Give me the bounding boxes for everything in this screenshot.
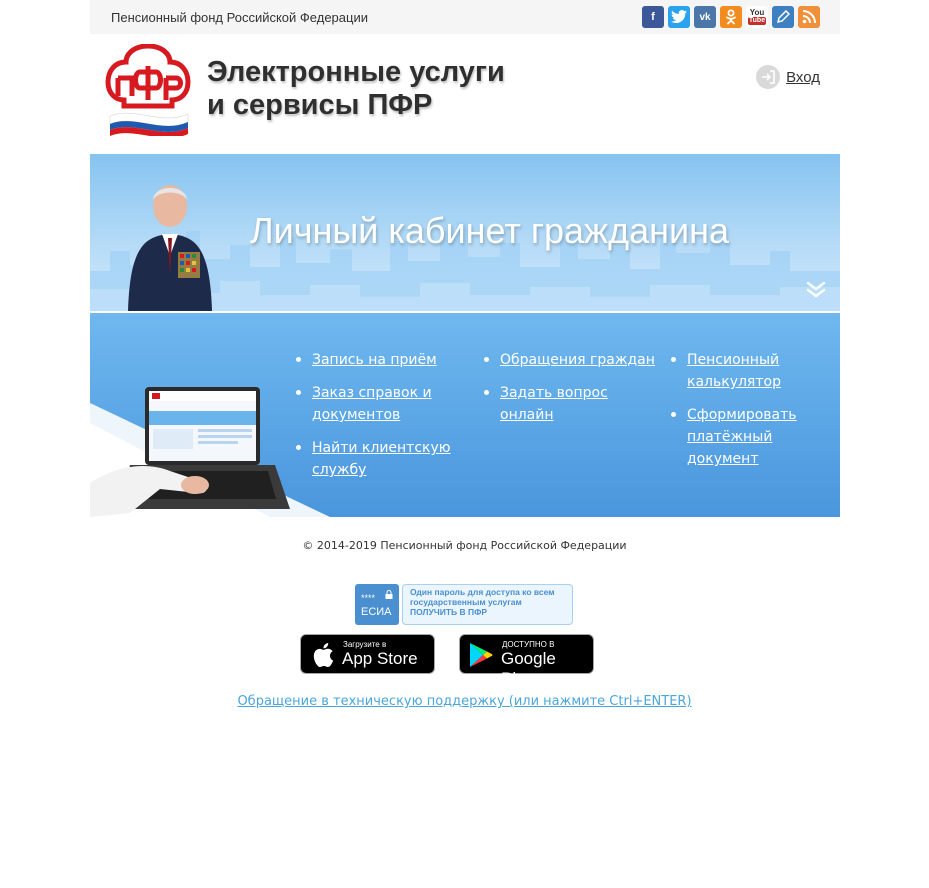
laptop-illustration bbox=[90, 387, 330, 517]
list-item: Задать вопрос онлайн bbox=[484, 382, 655, 426]
google-play-title: Google Play bbox=[501, 649, 556, 688]
services-column-2: Обращения граждан Задать вопрос онлайн bbox=[484, 349, 655, 437]
esia-logo: **** ЕСИА bbox=[355, 584, 399, 625]
link-ask-question-online[interactable]: Задать вопрос онлайн bbox=[500, 385, 608, 423]
services-column-3: Пенсионный калькулятор Сформировать плат… bbox=[671, 349, 840, 481]
link-pension-calculator[interactable]: Пенсионный калькулятор bbox=[687, 352, 781, 390]
link-find-client-service[interactable]: Найти клиентскую службу bbox=[312, 440, 451, 478]
login-link[interactable]: Вход bbox=[756, 65, 820, 89]
list-item: Заказ справок и документов bbox=[296, 382, 467, 426]
banner-title: Личный кабинет гражданина bbox=[250, 210, 730, 251]
page-container: Пенсионный фонд Российской Федерации f v… bbox=[90, 0, 840, 517]
services-panel: Запись на приём Заказ справок и документ… bbox=[90, 313, 840, 517]
top-bar: Пенсионный фонд Российской Федерации f v… bbox=[90, 0, 840, 34]
services-column-1: Запись на приём Заказ справок и документ… bbox=[296, 349, 467, 492]
link-order-documents[interactable]: Заказ справок и документов bbox=[312, 385, 432, 423]
twitter-icon[interactable] bbox=[668, 6, 690, 28]
link-payment-document[interactable]: Сформировать платёжный документ bbox=[687, 407, 797, 467]
list-item: Найти клиентскую службу bbox=[296, 437, 467, 481]
apple-icon bbox=[313, 643, 334, 667]
google-play-icon bbox=[470, 643, 493, 667]
facebook-icon[interactable]: f bbox=[642, 6, 664, 28]
list-item: Запись на приём bbox=[296, 349, 467, 371]
social-links: f vk You Tube bbox=[642, 6, 820, 28]
livejournal-icon[interactable] bbox=[772, 6, 794, 28]
odnoklassniki-icon[interactable] bbox=[720, 6, 742, 28]
app-store-button[interactable]: Загрузите в App Store bbox=[300, 634, 435, 674]
rss-icon[interactable] bbox=[798, 6, 820, 28]
login-label[interactable]: Вход bbox=[786, 69, 820, 86]
pfr-logo[interactable] bbox=[104, 43, 192, 138]
google-play-caption: ДОСТУПНО В bbox=[502, 640, 555, 649]
list-item: Сформировать платёжный документ bbox=[671, 404, 840, 470]
site-header: Электронные услуги и сервисы ПФР Вход bbox=[90, 34, 840, 154]
esia-text: Один пароль для доступа ко всем государс… bbox=[402, 584, 573, 625]
esia-text-line: Один пароль для доступа ко всем bbox=[410, 587, 555, 597]
lock-icon bbox=[385, 590, 393, 599]
esia-text-line: ПОЛУЧИТЬ В ПФР bbox=[410, 607, 488, 617]
app-store-title: App Store bbox=[342, 649, 418, 668]
tech-support-link[interactable]: Обращение в техническую поддержку (или н… bbox=[237, 694, 691, 709]
list-item: Обращения граждан bbox=[484, 349, 655, 371]
login-icon bbox=[756, 65, 781, 89]
pensioner-photo bbox=[128, 185, 212, 311]
esia-label: ЕСИА bbox=[361, 606, 392, 618]
support-link-wrapper: Обращение в техническую поддержку (или н… bbox=[0, 690, 929, 709]
app-store-caption: Загрузите в bbox=[343, 640, 387, 649]
esia-text-line: государственным услугам bbox=[410, 597, 522, 607]
chevron-double-down-icon[interactable] bbox=[806, 279, 826, 299]
list-item: Пенсионный калькулятор bbox=[671, 349, 840, 393]
link-appointment[interactable]: Запись на приём bbox=[312, 352, 437, 368]
copyright: © 2014-2019 Пенсионный фонд Российской Ф… bbox=[302, 539, 627, 552]
site-title: Электронные услуги и сервисы ПФР bbox=[207, 56, 505, 121]
esia-banner[interactable]: **** ЕСИА Один пароль для доступа ко все… bbox=[355, 584, 573, 625]
hero-banner: Личный кабинет гражданина bbox=[90, 154, 840, 311]
org-name: Пенсионный фонд Российской Федерации bbox=[111, 10, 368, 25]
esia-stars: **** bbox=[361, 593, 376, 603]
vk-icon[interactable]: vk bbox=[694, 6, 716, 28]
youtube-icon[interactable]: You Tube bbox=[746, 6, 768, 28]
link-citizen-appeals[interactable]: Обращения граждан bbox=[500, 352, 655, 368]
google-play-button[interactable]: ДОСТУПНО В Google Play bbox=[459, 634, 594, 688]
